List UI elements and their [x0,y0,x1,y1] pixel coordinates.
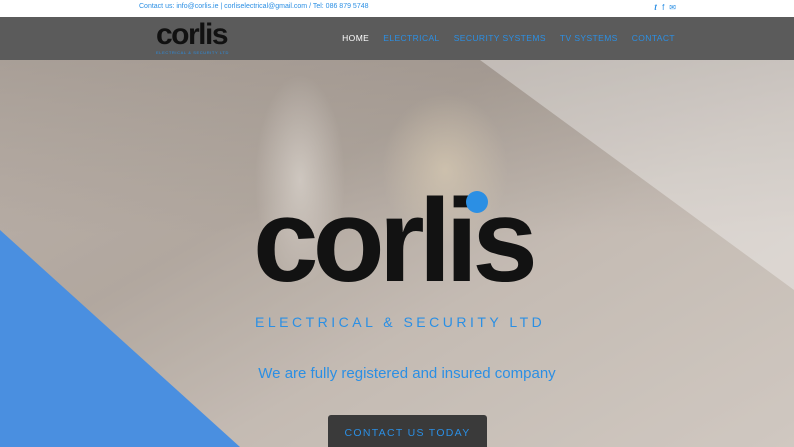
nav-electrical[interactable]: ELECTRICAL [383,33,439,43]
facebook-icon[interactable]: f [662,3,664,12]
hero-logo: corlis ELECTRICAL & SECURITY LTD [253,175,559,330]
hero-logo-word: corlis [253,175,538,307]
mail-icon[interactable]: ✉ [669,3,676,12]
social-links: 𝒕 f ✉ [654,3,676,12]
contact-info[interactable]: Contact us: info@corlis.ie | corliselect… [139,3,369,10]
header-logo-word: corlis [156,18,229,51]
header-logo-subtitle: ELECTRICAL & SECURITY LTD [156,50,229,55]
hero-section: corlis ELECTRICAL & SECURITY LTD We are … [0,60,794,447]
nav-home[interactable]: HOME [342,33,369,43]
hero-logo-subtitle: ELECTRICAL & SECURITY LTD [255,314,546,330]
site-header: corlis ELECTRICAL & SECURITY LTD HOME EL… [0,17,794,60]
nav-security-systems[interactable]: SECURITY SYSTEMS [454,33,546,43]
main-nav: HOME ELECTRICAL SECURITY SYSTEMS TV SYST… [342,33,675,43]
nav-tv-systems[interactable]: TV SYSTEMS [560,33,618,43]
nav-contact[interactable]: CONTACT [632,33,675,43]
hero-tagline: We are fully registered and insured comp… [258,365,556,382]
contact-us-button[interactable]: CONTACT US TODAY [328,415,487,447]
twitter-icon[interactable]: 𝒕 [654,3,657,12]
blue-triangle-shape [0,230,240,447]
header-logo[interactable]: corlis ELECTRICAL & SECURITY LTD [156,18,240,59]
top-contact-bar: Contact us: info@corlis.ie | corliselect… [0,0,794,17]
logo-dot-icon [466,191,488,213]
